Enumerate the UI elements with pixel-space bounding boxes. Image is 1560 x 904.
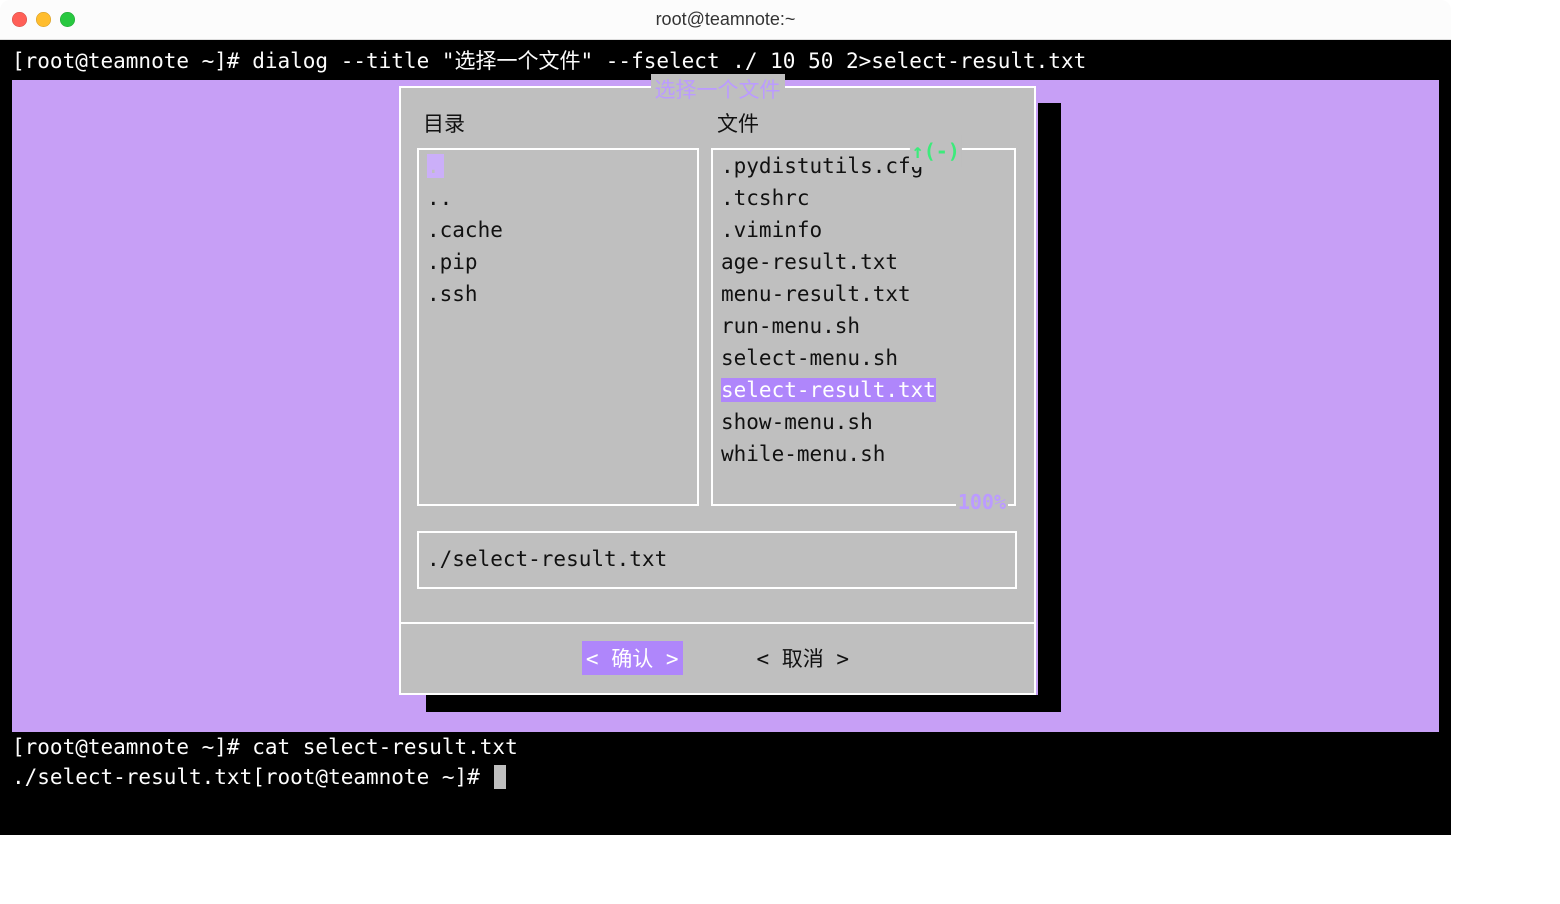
window-title-bar: root@teamnote:~	[0, 0, 1451, 40]
file-item[interactable]: .pydistutils.cfg	[713, 150, 1014, 182]
file-item[interactable]: show-menu.sh	[713, 406, 1014, 438]
fselect-dialog: 选择一个文件 目录 文件 ....cache.pip.ssh ↑(-) 100%…	[399, 86, 1036, 695]
file-list[interactable]: ↑(-) 100% .pydistutils.cfg.tcshrc.viminf…	[711, 148, 1016, 506]
terminal-line: [root@teamnote ~]# cat select-result.txt	[0, 732, 1451, 762]
path-input[interactable]: ./select-result.txt	[417, 531, 1017, 589]
dialog-background: 选择一个文件 目录 文件 ....cache.pip.ssh ↑(-) 100%…	[12, 80, 1439, 732]
path-value: ./select-result.txt	[427, 547, 667, 571]
file-item[interactable]: while-menu.sh	[713, 438, 1014, 470]
separator	[401, 622, 1034, 624]
ok-button[interactable]: < 确认 >	[582, 641, 683, 675]
directories-label: 目录	[423, 108, 465, 138]
cancel-button[interactable]: < 取消 >	[753, 641, 854, 675]
directory-item[interactable]: .	[419, 150, 697, 182]
scroll-percent: 100%	[956, 486, 1008, 518]
dialog-buttons: < 确认 > < 取消 >	[401, 641, 1034, 675]
terminal-line: ./select-result.txt[root@teamnote ~]#	[0, 762, 1451, 792]
file-item[interactable]: run-menu.sh	[713, 310, 1014, 342]
file-item[interactable]: menu-result.txt	[713, 278, 1014, 310]
terminal-output: [root@teamnote ~]# cat select-result.txt…	[0, 732, 1451, 792]
terminal-line: [root@teamnote ~]# dialog --title "选择一个文…	[0, 40, 1451, 76]
file-item[interactable]: .tcshrc	[713, 182, 1014, 214]
scroll-indicator-icon: ↑(-)	[910, 135, 962, 167]
dialog-shadow	[426, 695, 1061, 712]
directory-item[interactable]: .ssh	[419, 278, 697, 310]
window-title: root@teamnote:~	[0, 9, 1451, 30]
directory-item[interactable]: .pip	[419, 246, 697, 278]
cursor-icon	[494, 765, 506, 789]
directory-list[interactable]: ....cache.pip.ssh	[417, 148, 699, 506]
dialog-shadow	[1038, 103, 1061, 712]
file-item[interactable]: age-result.txt	[713, 246, 1014, 278]
directory-item[interactable]: ..	[419, 182, 697, 214]
dialog-title: 选择一个文件	[651, 74, 785, 104]
files-label: 文件	[717, 108, 759, 138]
file-item[interactable]: select-menu.sh	[713, 342, 1014, 374]
terminal[interactable]: [root@teamnote ~]# dialog --title "选择一个文…	[0, 40, 1451, 835]
file-item[interactable]: .viminfo	[713, 214, 1014, 246]
directory-item[interactable]: .cache	[419, 214, 697, 246]
file-item[interactable]: select-result.txt	[713, 374, 1014, 406]
